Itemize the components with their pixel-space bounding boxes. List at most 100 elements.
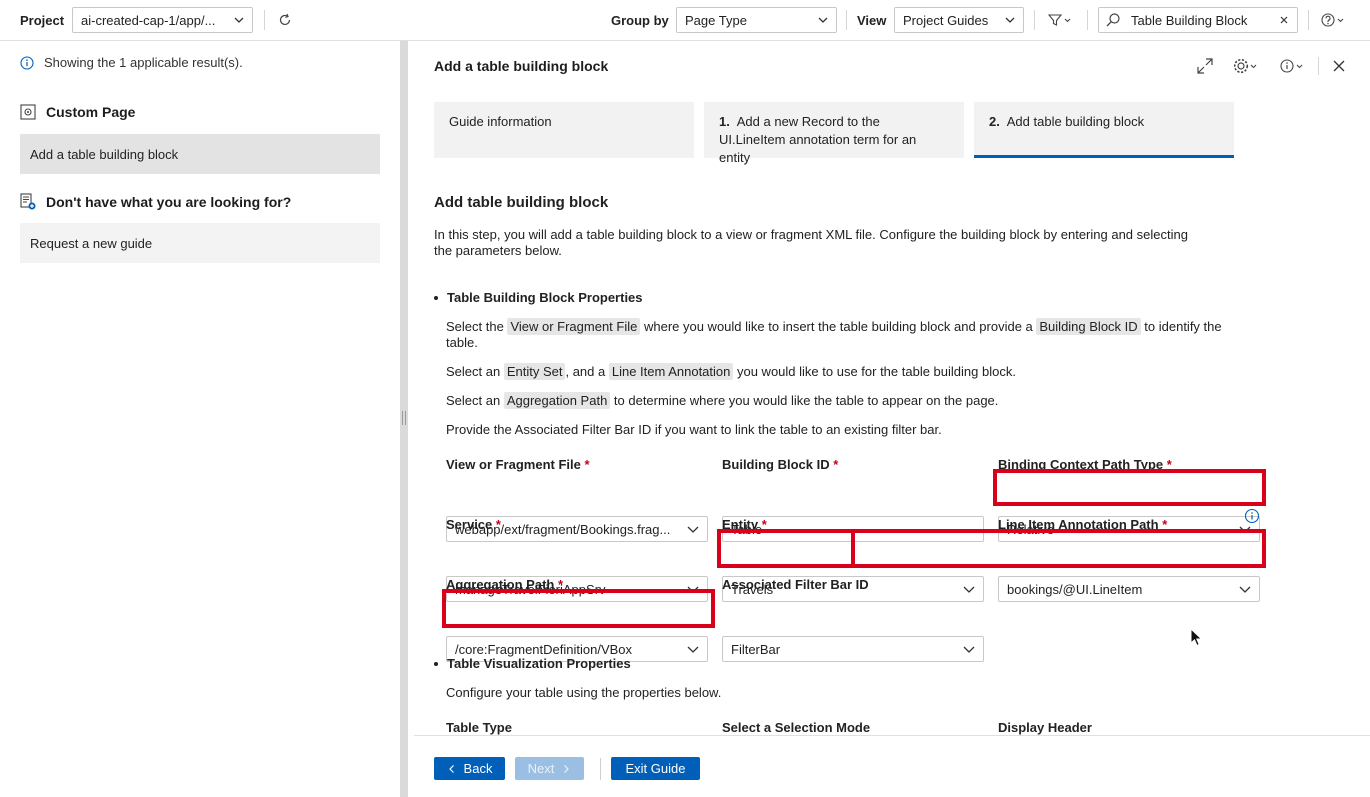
exit-guide-button[interactable]: Exit Guide xyxy=(611,757,700,780)
line-item-annotation-value: bookings/@UI.LineItem xyxy=(1007,581,1143,597)
toolbar-divider xyxy=(1087,10,1088,30)
top-toolbar: Project ai-created-cap-1/app/... Group b… xyxy=(0,0,1370,41)
filter-icon[interactable] xyxy=(1046,8,1074,32)
guide-title: Add a table building block xyxy=(434,58,609,74)
text: to determine where you would like the ta… xyxy=(610,393,999,408)
clear-search-icon[interactable] xyxy=(1279,15,1289,25)
project-label: Project xyxy=(20,12,65,28)
results-info: Showing the 1 applicable result(s). xyxy=(20,55,243,70)
view-select[interactable]: Project Guides xyxy=(894,7,1024,33)
tag-view-or-fragment-file: View or Fragment File xyxy=(507,318,641,335)
guides-sidebar: Showing the 1 applicable result(s). Cust… xyxy=(0,41,400,797)
step-tabs: Guide information 1. Add a new Record to… xyxy=(434,102,1244,165)
highlight-binding-context xyxy=(993,469,1266,506)
chevron-down-icon xyxy=(687,586,699,593)
next-button[interactable]: Next xyxy=(515,757,584,780)
toolbar-divider xyxy=(1034,10,1035,30)
view-value: Project Guides xyxy=(903,12,989,28)
label-text: Service xyxy=(446,517,493,532)
back-button[interactable]: Back xyxy=(434,757,505,780)
back-button-label: Back xyxy=(463,761,493,776)
label-text: Entity xyxy=(722,517,759,532)
display-header-label: Display Header xyxy=(998,720,1092,735)
step-label: Add a new Record to the UI.LineItem anno… xyxy=(719,114,917,165)
toolbar-divider xyxy=(846,10,847,30)
text: Select an xyxy=(446,364,504,379)
building-block-id-value: Table xyxy=(731,521,763,537)
block-id-label: Building Block ID * xyxy=(722,457,838,472)
filter-bar-select[interactable]: FilterBar xyxy=(722,636,984,662)
chevron-down-icon xyxy=(687,526,699,533)
instruction-entity: Select an Entity Set, and a Line Item An… xyxy=(446,363,1016,380)
guide-item-label: Add a table building block xyxy=(30,146,179,162)
request-section-title: Don't have what you are looking for? xyxy=(20,193,291,210)
group-by-select[interactable]: Page Type xyxy=(676,7,837,33)
toolbar-divider xyxy=(1308,10,1309,30)
required-mark: * xyxy=(584,457,590,472)
required-mark: * xyxy=(1166,457,1172,472)
results-info-text: Showing the 1 applicable result(s). xyxy=(44,55,243,70)
step-tab-1[interactable]: 1. Add a new Record to the UI.LineItem a… xyxy=(704,102,964,165)
visualization-section-title: Table Visualization Properties xyxy=(434,656,631,671)
step-label: Guide information xyxy=(449,114,552,129)
settings-icon[interactable] xyxy=(1232,55,1260,77)
tag-building-block-id: Building Block ID xyxy=(1036,318,1141,335)
line-item-label: Line Item Annotation Path * xyxy=(998,517,1167,532)
label-text: Aggregation Path xyxy=(446,577,555,592)
step-intro: In this step, you will add a table build… xyxy=(434,227,1188,258)
required-mark: * xyxy=(1162,517,1168,532)
custom-page-section-title: Custom Page xyxy=(20,104,135,120)
group-by-label: Group by xyxy=(611,12,669,28)
refresh-icon[interactable] xyxy=(276,8,294,32)
panel-splitter[interactable] xyxy=(400,41,408,797)
label-text: Building Block ID xyxy=(722,457,830,472)
properties-section-title: Table Building Block Properties xyxy=(434,290,643,305)
search-input[interactable]: Table Building Block xyxy=(1098,7,1298,33)
request-new-guide-item[interactable]: Request a new guide xyxy=(20,223,380,263)
info-icon xyxy=(20,55,34,70)
instruction-aggregation: Select an Aggregation Path to determine … xyxy=(446,392,999,409)
chevron-down-icon xyxy=(963,586,975,593)
instruction-view-file: Select the View or Fragment File where y… xyxy=(446,318,1256,351)
binding-context-label: Binding Context Path Type * xyxy=(998,457,1172,472)
aggregation-path-label: Aggregation Path * xyxy=(446,577,563,592)
step-number: 2. xyxy=(989,114,1000,129)
step-heading: Add table building block xyxy=(434,194,609,211)
search-input-value: Table Building Block xyxy=(1131,12,1248,28)
custom-page-icon xyxy=(20,104,36,120)
label-text: Binding Context Path Type xyxy=(998,457,1164,472)
footer-divider xyxy=(600,758,601,780)
request-new-guide-label: Request a new guide xyxy=(30,235,153,251)
view-label: View xyxy=(857,12,887,28)
exit-guide-label: Exit Guide xyxy=(625,761,686,776)
request-guide-icon xyxy=(20,193,36,210)
tag-entity-set: Entity Set xyxy=(503,363,566,380)
visualization-intro: Configure your table using the propertie… xyxy=(446,685,722,700)
aggregation-path-value: /core:FragmentDefinition/VBox xyxy=(455,641,633,657)
info-icon[interactable] xyxy=(1244,508,1260,524)
line-item-annotation-select[interactable]: bookings/@UI.LineItem xyxy=(998,576,1260,602)
info-menu-icon[interactable] xyxy=(1279,55,1307,77)
required-mark: * xyxy=(557,577,564,592)
custom-page-title-text: Custom Page xyxy=(46,104,136,120)
chevron-left-icon xyxy=(448,764,454,773)
project-select[interactable]: ai-created-cap-1/app/... xyxy=(72,7,253,33)
service-label: Service * xyxy=(446,517,501,532)
splitter-grip[interactable] xyxy=(402,411,406,425)
chevron-down-icon xyxy=(818,17,828,23)
required-mark: * xyxy=(833,457,839,472)
chevron-down-icon xyxy=(234,17,244,23)
help-icon[interactable] xyxy=(1320,8,1350,32)
project-select-value: ai-created-cap-1/app/... xyxy=(81,12,216,28)
table-type-label: Table Type xyxy=(446,720,512,735)
step-tab-2[interactable]: 2. Add table building block xyxy=(974,102,1234,158)
close-icon[interactable] xyxy=(1332,55,1346,77)
instruction-filter-bar: Provide the Associated Filter Bar ID if … xyxy=(446,422,942,437)
step-tab-guide-information[interactable]: Guide information xyxy=(434,102,694,158)
chevron-down-icon xyxy=(1239,526,1251,533)
guide-item-add-table-building-block[interactable]: Add a table building block xyxy=(20,134,380,174)
chevron-down-icon xyxy=(687,646,699,653)
entity-label: Entity * xyxy=(722,517,767,532)
view-file-label: View or Fragment File * xyxy=(446,457,590,472)
expand-icon[interactable] xyxy=(1196,55,1214,77)
